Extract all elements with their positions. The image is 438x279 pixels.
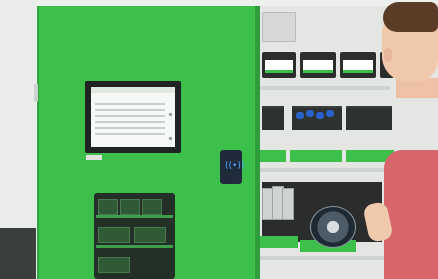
- blue-part: [316, 112, 324, 119]
- blue-part: [326, 110, 334, 117]
- vending-cabinet-scene: ((•)): [0, 0, 438, 279]
- drawer-label-strip: [303, 70, 333, 73]
- shelf: [260, 86, 390, 90]
- parts-drawer[interactable]: [300, 52, 336, 78]
- window-shelf: [96, 215, 173, 218]
- screen-row: [95, 127, 165, 129]
- screen-row: [95, 115, 165, 117]
- door-label-plate: [86, 155, 102, 160]
- window-bin: [98, 199, 118, 215]
- shelf: [260, 256, 390, 260]
- screen-row: [95, 121, 165, 123]
- drawer-label: [303, 60, 333, 70]
- bin-front-green: [260, 236, 298, 248]
- blue-part: [306, 110, 314, 117]
- card-reader[interactable]: ((•)): [220, 150, 245, 184]
- screen-scroll-down[interactable]: [169, 137, 172, 140]
- window-bin: [134, 227, 166, 243]
- parts-drawer[interactable]: [262, 52, 296, 78]
- screen-row: [95, 133, 165, 135]
- drawer-label-strip: [265, 70, 293, 73]
- screen-scroll-up[interactable]: [169, 113, 172, 116]
- window-bin: [120, 199, 140, 215]
- blue-part: [296, 112, 304, 119]
- top-storage-box: [262, 12, 296, 42]
- window-shelf: [96, 245, 173, 248]
- window-bin: [142, 199, 162, 215]
- shelf: [260, 168, 390, 172]
- screen-row: [95, 109, 165, 111]
- parts-drawer[interactable]: [340, 52, 376, 78]
- bin-front-green: [290, 150, 342, 162]
- monitor-screen[interactable]: [91, 87, 175, 147]
- boxed-item: [282, 188, 294, 220]
- door-hinge: [34, 84, 38, 102]
- cutting-disc[interactable]: [310, 206, 356, 248]
- screen-row: [95, 103, 165, 105]
- left-floor-shadow: [0, 228, 36, 279]
- person-torso: [384, 150, 438, 279]
- storage-bin[interactable]: [346, 106, 392, 130]
- storage-bin[interactable]: [262, 106, 284, 130]
- bin-front-green: [260, 150, 286, 162]
- drawer-label: [265, 60, 293, 70]
- screen-header-bar: [91, 87, 175, 93]
- window-bin: [98, 227, 130, 243]
- person-hair: [383, 2, 438, 32]
- drawer-label-strip: [343, 70, 373, 73]
- window-bin: [98, 257, 130, 273]
- drawer-label: [343, 60, 373, 70]
- storage-bin[interactable]: [292, 106, 342, 130]
- person-ear: [384, 48, 392, 62]
- door-window: [94, 193, 175, 279]
- contactless-icon: ((•)): [225, 161, 245, 171]
